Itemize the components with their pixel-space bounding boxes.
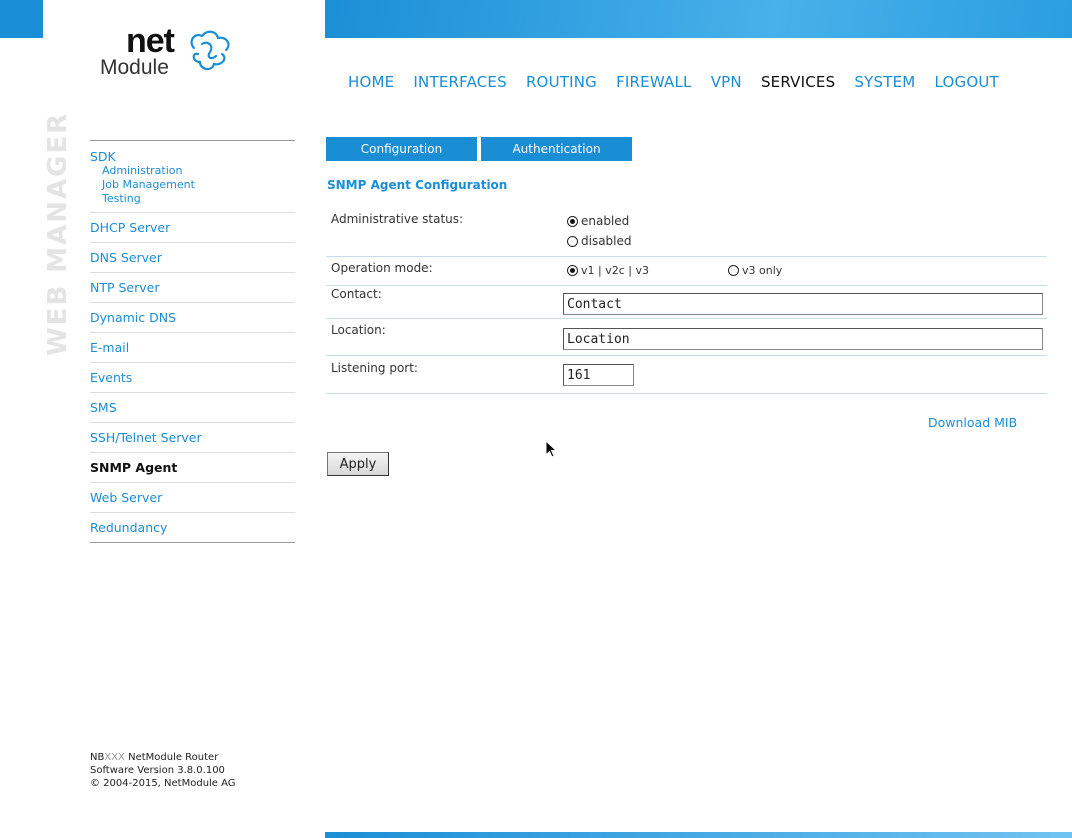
web-manager-text: WEB MANAGER [43, 111, 73, 356]
nav-services[interactable]: SERVICES [761, 73, 835, 91]
admin-status-enabled-radio[interactable]: enabled [567, 214, 629, 228]
sidebar-subitem-job-management[interactable]: Job Management [90, 178, 295, 192]
admin-status-disabled-radio[interactable]: disabled [567, 234, 632, 248]
sidebar-row: SMS [90, 393, 295, 423]
apply-button[interactable]: Apply [327, 452, 389, 476]
form-row-operation-mode: Operation mode: v1 | v2c | v3 v3 only [326, 257, 1047, 286]
form-row-admin-status: Administrative status: enabled disabled [326, 206, 1047, 257]
top-banner-left-block [0, 0, 43, 38]
sidebar-item-dhcp-server[interactable]: DHCP Server [90, 220, 295, 235]
footer-copyright: © 2004-2015, NetModule AG [90, 778, 236, 789]
radio-unselected-icon [567, 235, 578, 247]
sidebar-row: SNMP Agent [90, 453, 295, 483]
web-manager-vertical-title: WEB MANAGER [43, 111, 73, 356]
sidebar-subitem-administration[interactable]: Administration [90, 164, 295, 178]
sidebar-row: DHCP Server [90, 213, 295, 243]
form-row-listening-port: Listening port: [326, 356, 1047, 394]
sidebar-row: SSH/Telnet Server [90, 423, 295, 453]
radio-unselected-icon [728, 265, 739, 276]
sidebar-item-dns-server[interactable]: DNS Server [90, 250, 295, 265]
form-row-contact: Contact: [326, 286, 1047, 319]
download-mib-link[interactable]: Download MIB [928, 415, 1017, 430]
radio-selected-icon [567, 265, 578, 276]
sidebar-row: NTP Server [90, 273, 295, 303]
sidebar-row: Events [90, 363, 295, 393]
nav-vpn[interactable]: VPN [711, 73, 742, 91]
sidebar-item-email[interactable]: E-mail [90, 340, 295, 355]
sidebar-row: Dynamic DNS [90, 303, 295, 333]
sidebar-row: E-mail [90, 333, 295, 363]
tab-configuration[interactable]: Configuration [326, 137, 477, 161]
nav-system[interactable]: SYSTEM [854, 73, 915, 91]
main-nav: HOME INTERFACES ROUTING FIREWALL VPN SER… [348, 72, 1013, 92]
sidebar-row: DNS Server [90, 243, 295, 273]
sidebar-item-web-server[interactable]: Web Server [90, 490, 295, 505]
sidebar-item-sdk[interactable]: SDK [90, 149, 295, 164]
sidebar-item-snmp-agent[interactable]: SNMP Agent [90, 460, 295, 475]
mouse-pointer-icon [545, 440, 557, 458]
sidebar-subitem-testing[interactable]: Testing [90, 192, 295, 206]
sidebar-item-ssh-telnet-server[interactable]: SSH/Telnet Server [90, 430, 295, 445]
footer: NBXXX NetModule Router Software Version … [90, 751, 236, 790]
contact-input[interactable] [563, 293, 1043, 315]
nav-interfaces[interactable]: INTERFACES [413, 73, 506, 91]
listening-port-input[interactable] [563, 364, 634, 386]
section-title: SNMP Agent Configuration [327, 178, 508, 192]
sidebar-item-sms[interactable]: SMS [90, 400, 295, 415]
sidebar-item-ntp-server[interactable]: NTP Server [90, 280, 295, 295]
operation-mode-v1-v2c-v3-radio[interactable]: v1 | v2c | v3 [567, 264, 649, 277]
logo-module-text: Module [100, 56, 169, 79]
nav-routing[interactable]: ROUTING [526, 73, 597, 91]
netmodule-logo: net Module [100, 22, 240, 88]
top-banner [325, 0, 1072, 38]
sidebar-item-dynamic-dns[interactable]: Dynamic DNS [90, 310, 295, 325]
sidebar-row: Web Server [90, 483, 295, 513]
tab-authentication[interactable]: Authentication [481, 137, 632, 161]
admin-status-label: Administrative status: [331, 212, 464, 226]
sidebar-row: Redundancy [90, 513, 295, 543]
footer-version: Software Version 3.8.0.100 [90, 765, 225, 776]
listening-port-label: Listening port: [331, 361, 418, 375]
bottom-banner [325, 832, 1072, 838]
nav-logout[interactable]: LOGOUT [935, 73, 999, 91]
form-row-location: Location: [326, 319, 1047, 356]
logo-knot-icon [190, 30, 230, 71]
footer-model: NBXXX NetModule Router [90, 752, 219, 763]
radio-selected-icon [567, 215, 578, 227]
contact-label: Contact: [331, 287, 382, 301]
nav-home[interactable]: HOME [348, 73, 394, 91]
location-label: Location: [331, 323, 386, 337]
sidebar: SDK Administration Job Management Testin… [90, 140, 295, 543]
sidebar-group-sdk: SDK Administration Job Management Testin… [90, 141, 295, 213]
sidebar-item-redundancy[interactable]: Redundancy [90, 520, 295, 535]
location-input[interactable] [563, 328, 1043, 350]
sidebar-item-events[interactable]: Events [90, 370, 295, 385]
operation-mode-v3-only-radio[interactable]: v3 only [728, 264, 782, 277]
nav-firewall[interactable]: FIREWALL [616, 73, 692, 91]
operation-mode-label: Operation mode: [331, 261, 433, 275]
